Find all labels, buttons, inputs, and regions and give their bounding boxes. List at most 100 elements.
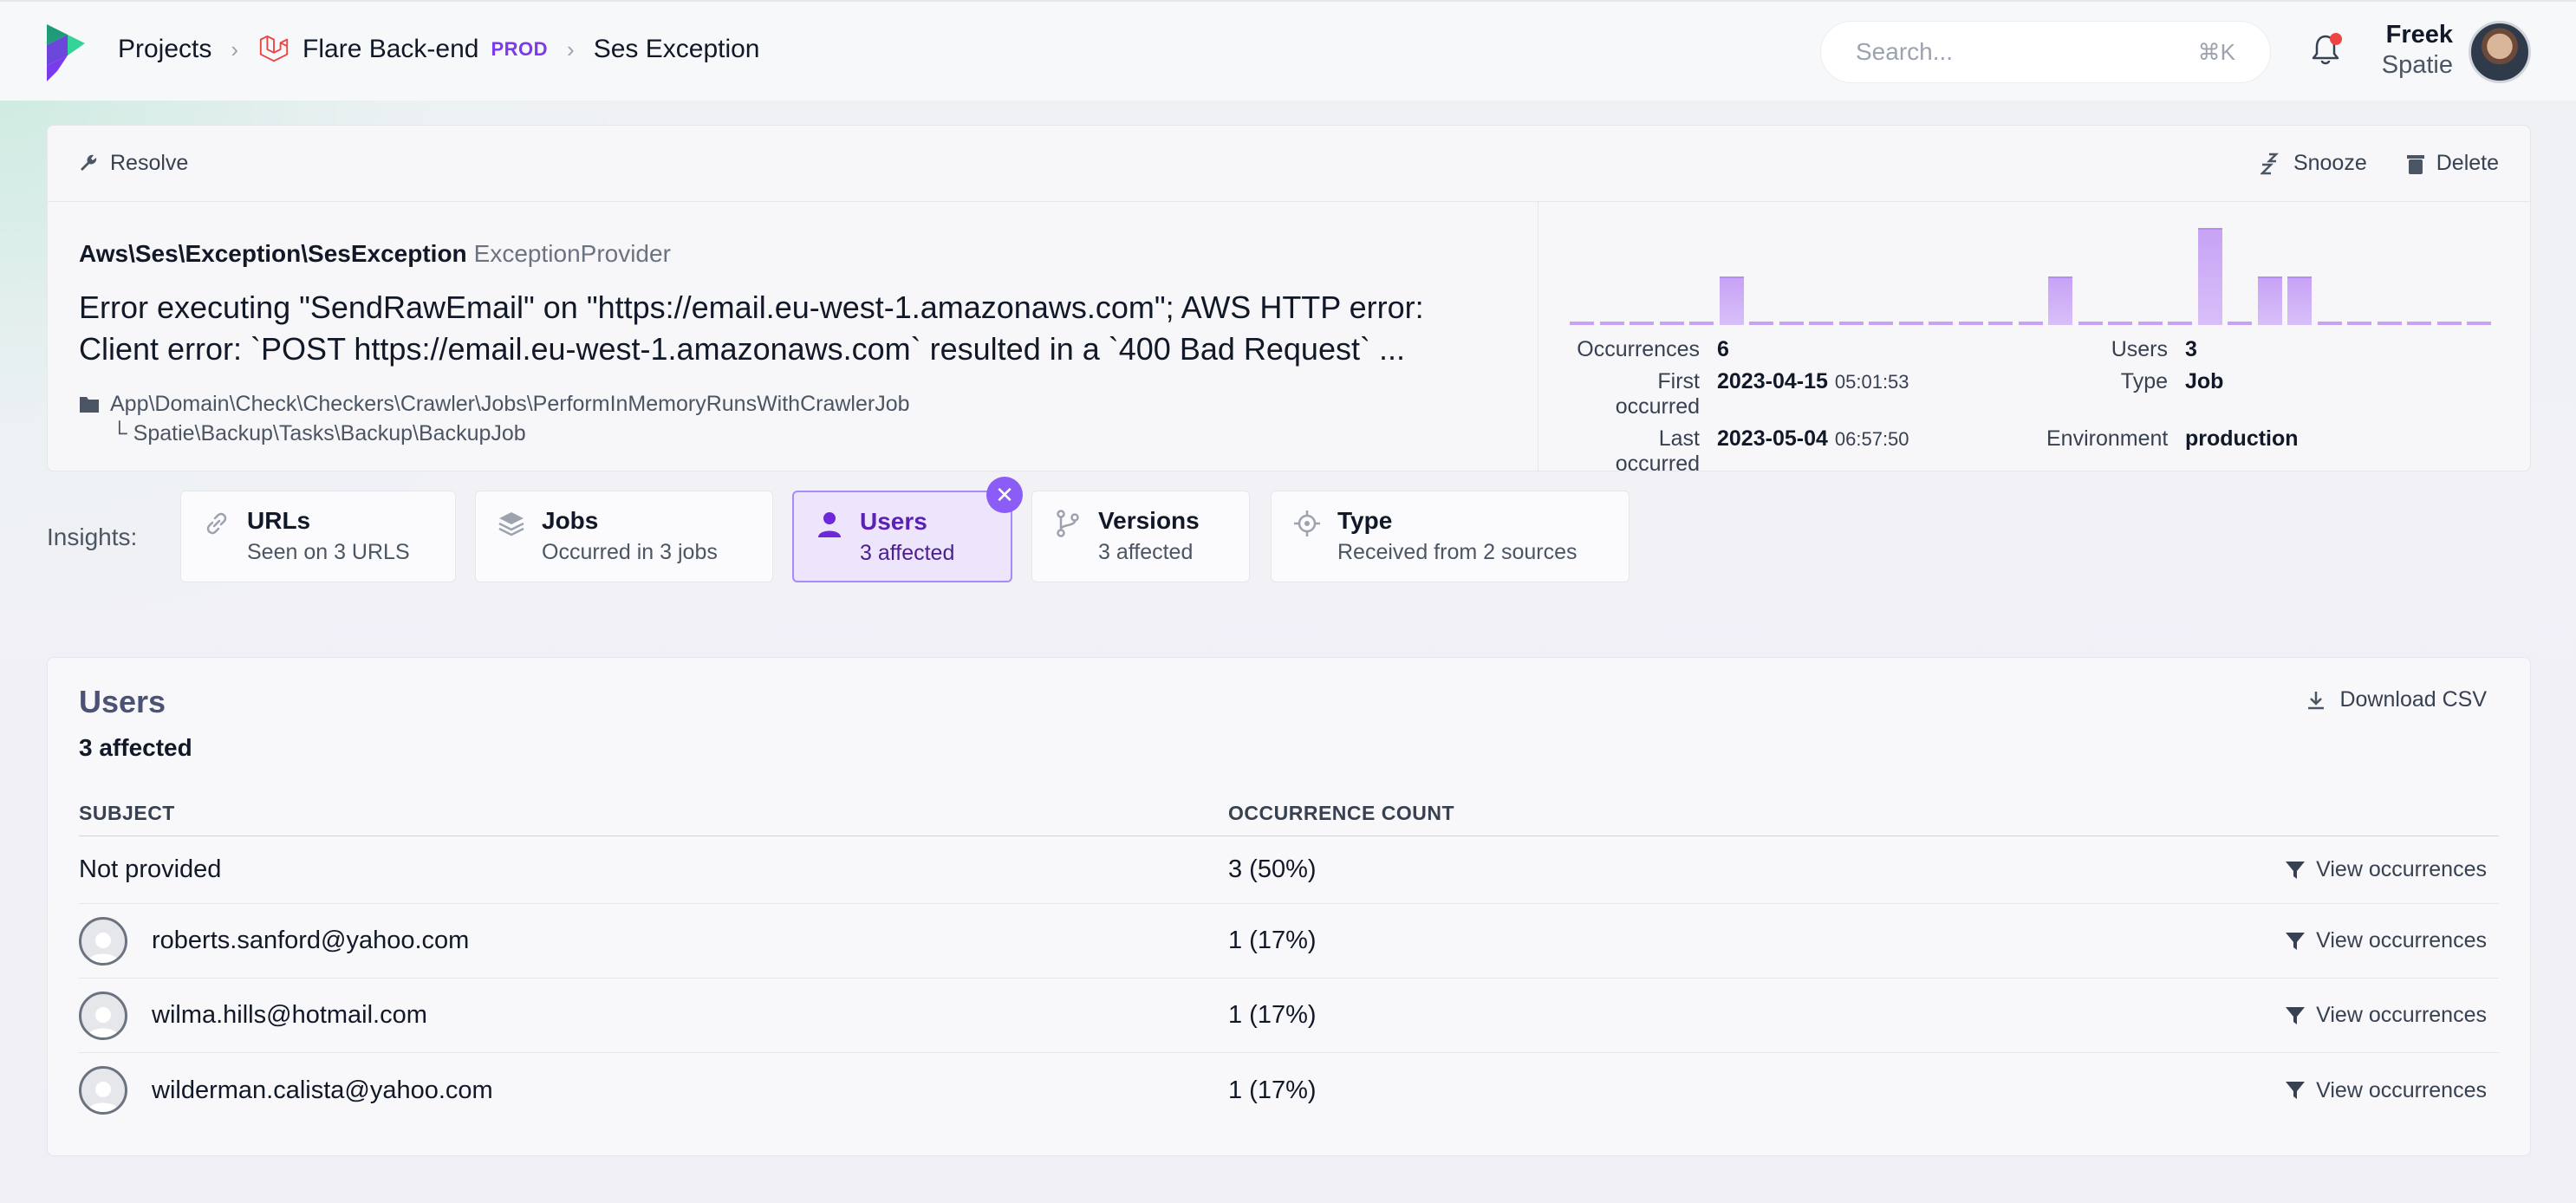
insight-jobs-sub: Occurred in 3 jobs xyxy=(542,540,718,564)
view-occurrences-button[interactable]: View occurrences xyxy=(2285,857,2487,882)
histogram-bar xyxy=(2168,322,2192,325)
histogram-bar xyxy=(1959,322,1983,325)
chevron-right-icon: › xyxy=(567,36,575,62)
histogram-bar xyxy=(1869,322,1893,325)
filter-icon xyxy=(2286,861,2306,879)
insight-users-sub: 3 affected xyxy=(860,541,955,565)
breadcrumb-project-label: Flare Back-end xyxy=(302,35,479,63)
delete-label: Delete xyxy=(2436,151,2499,175)
histogram-bar xyxy=(2078,322,2103,325)
view-occurrences-button[interactable]: View occurrences xyxy=(2285,1078,2487,1103)
row-subject: Not provided xyxy=(79,855,222,883)
histogram-bar xyxy=(1689,322,1714,325)
exception-provider: ExceptionProvider xyxy=(473,240,671,267)
crosshair-icon xyxy=(1294,510,1320,536)
row-count: 1 (17%) xyxy=(1228,927,1317,954)
user-menu[interactable]: Freek Spatie xyxy=(2366,19,2453,80)
snooze-button[interactable]: Snooze xyxy=(2260,151,2367,176)
git-branch-icon xyxy=(1057,510,1079,537)
view-occurrences-button[interactable]: View occurrences xyxy=(2285,1003,2487,1028)
view-occurrences-button[interactable]: View occurrences xyxy=(2285,928,2487,953)
insights-label: Insights: xyxy=(47,523,138,550)
users-count: 3 affected xyxy=(79,734,192,761)
layers-icon xyxy=(498,512,524,536)
insight-users-title: Users xyxy=(860,508,927,535)
first-occurred-time: 05:01:53 xyxy=(1834,371,1909,393)
error-panel: Resolve Snooze Delete Aws\Ses\Exception\… xyxy=(47,125,2531,471)
exception-class: Aws\Ses\Exception\SesException ExceptionP… xyxy=(79,240,1506,268)
resolve-button[interactable]: Resolve xyxy=(79,151,188,176)
search-placeholder: Search... xyxy=(1856,38,1954,65)
avatar xyxy=(79,1066,127,1115)
histogram-bar xyxy=(2378,322,2402,325)
row-subject: roberts.sanford@yahoo.com xyxy=(152,927,470,954)
histogram-bar xyxy=(2287,276,2312,325)
insight-urls[interactable]: URLs Seen on 3 URLS xyxy=(180,491,456,582)
insight-type[interactable]: Type Received from 2 sources xyxy=(1271,491,1630,582)
breadcrumb-error[interactable]: Ses Exception xyxy=(594,35,760,64)
column-subject: SUBJECT xyxy=(79,802,175,824)
avatar[interactable] xyxy=(2469,21,2531,83)
folder-icon xyxy=(80,397,99,413)
top-bar: Projects › Flare Back-end PROD › Ses Exc… xyxy=(0,0,2576,101)
environment-label: Environment xyxy=(2046,426,2169,451)
laravel-icon xyxy=(259,35,289,62)
breadcrumb-project[interactable]: Flare Back-end PROD xyxy=(257,33,548,66)
exception-location: App\Domain\Check\Checkers\Crawler\Jobs\P… xyxy=(79,389,1506,448)
breadcrumb-projects[interactable]: Projects xyxy=(118,35,211,64)
histogram-bar xyxy=(2048,276,2072,325)
snooze-label: Snooze xyxy=(2293,151,2367,175)
trash-icon xyxy=(2406,154,2424,174)
users-value: 3 xyxy=(2185,337,2197,361)
table-row: wilma.hills@hotmail.com 1 (17%) View occ… xyxy=(79,979,2499,1053)
delete-button[interactable]: Delete xyxy=(2405,151,2499,176)
insight-type-sub: Received from 2 sources xyxy=(1337,540,1577,564)
occurrence-histogram xyxy=(1570,223,2499,325)
table-row: Not provided 3 (50%) View occurrences xyxy=(79,836,2499,904)
exception-class-name: Aws\Ses\Exception\SesException xyxy=(79,240,467,267)
download-csv-label: Download CSV xyxy=(2339,687,2487,712)
insight-jobs[interactable]: Jobs Occurred in 3 jobs xyxy=(475,491,773,582)
column-occurrence-count: OCCURRENCE COUNT xyxy=(1228,802,1454,824)
histogram-bar xyxy=(1630,322,1654,325)
insight-versions[interactable]: Versions 3 affected xyxy=(1031,491,1250,582)
resolve-label: Resolve xyxy=(110,151,189,175)
chevron-right-icon: › xyxy=(231,36,239,62)
search-input[interactable]: Search... ⌘K xyxy=(1820,21,2271,83)
histogram-bar xyxy=(2258,276,2282,325)
view-occurrences-label: View occurrences xyxy=(2316,857,2487,881)
histogram-bar xyxy=(1929,322,1953,325)
exception-details: Aws\Ses\Exception\SesException ExceptionP… xyxy=(48,202,1538,471)
close-filter-button[interactable]: ✕ xyxy=(986,477,1023,513)
environment-value: production xyxy=(2185,426,2299,451)
first-occurred-label: First occurred xyxy=(1615,369,1700,419)
stats-grid: Occurrences 6 Users 3 First occurred 202… xyxy=(1570,337,2499,471)
users-section: Users 3 affected Download CSV SUBJECT OC… xyxy=(47,657,2531,1156)
view-occurrences-label: View occurrences xyxy=(2316,1077,2487,1102)
exception-message-line-1: Error executing "SendRawEmail" on "https… xyxy=(79,289,1424,325)
last-occurred-time: 06:57:50 xyxy=(1834,428,1909,450)
occurrences-label: Occurrences xyxy=(1577,337,1700,361)
last-occurred-label: Last occurred xyxy=(1615,426,1700,471)
histogram-bar xyxy=(2198,228,2222,325)
insight-jobs-title: Jobs xyxy=(542,507,599,534)
view-occurrences-label: View occurrences xyxy=(2316,928,2487,953)
histogram-bar xyxy=(2019,322,2043,325)
insight-type-title: Type xyxy=(1337,507,1393,534)
row-subject: wilma.hills@hotmail.com xyxy=(152,1001,427,1029)
exception-message: Error executing "SendRawEmail" on "https… xyxy=(79,287,1506,370)
insight-users[interactable]: Users 3 affected xyxy=(792,491,1012,582)
insight-versions-sub: 3 affected xyxy=(1098,540,1194,564)
first-occurred-date: 2023-04-15 xyxy=(1717,369,1828,393)
download-csv-button[interactable]: Download CSV xyxy=(2306,687,2487,712)
user-name: Freek xyxy=(2385,21,2453,49)
histogram-bar xyxy=(1839,322,1864,325)
avatar xyxy=(79,916,127,966)
insight-urls-sub: Seen on 3 URLS xyxy=(247,540,410,564)
histogram-bar xyxy=(1570,322,1594,325)
histogram-bar xyxy=(2228,322,2252,325)
insight-versions-title: Versions xyxy=(1098,507,1200,534)
download-icon xyxy=(2308,691,2325,709)
flare-logo-icon[interactable] xyxy=(45,23,88,83)
user-placeholder-icon xyxy=(88,932,119,963)
